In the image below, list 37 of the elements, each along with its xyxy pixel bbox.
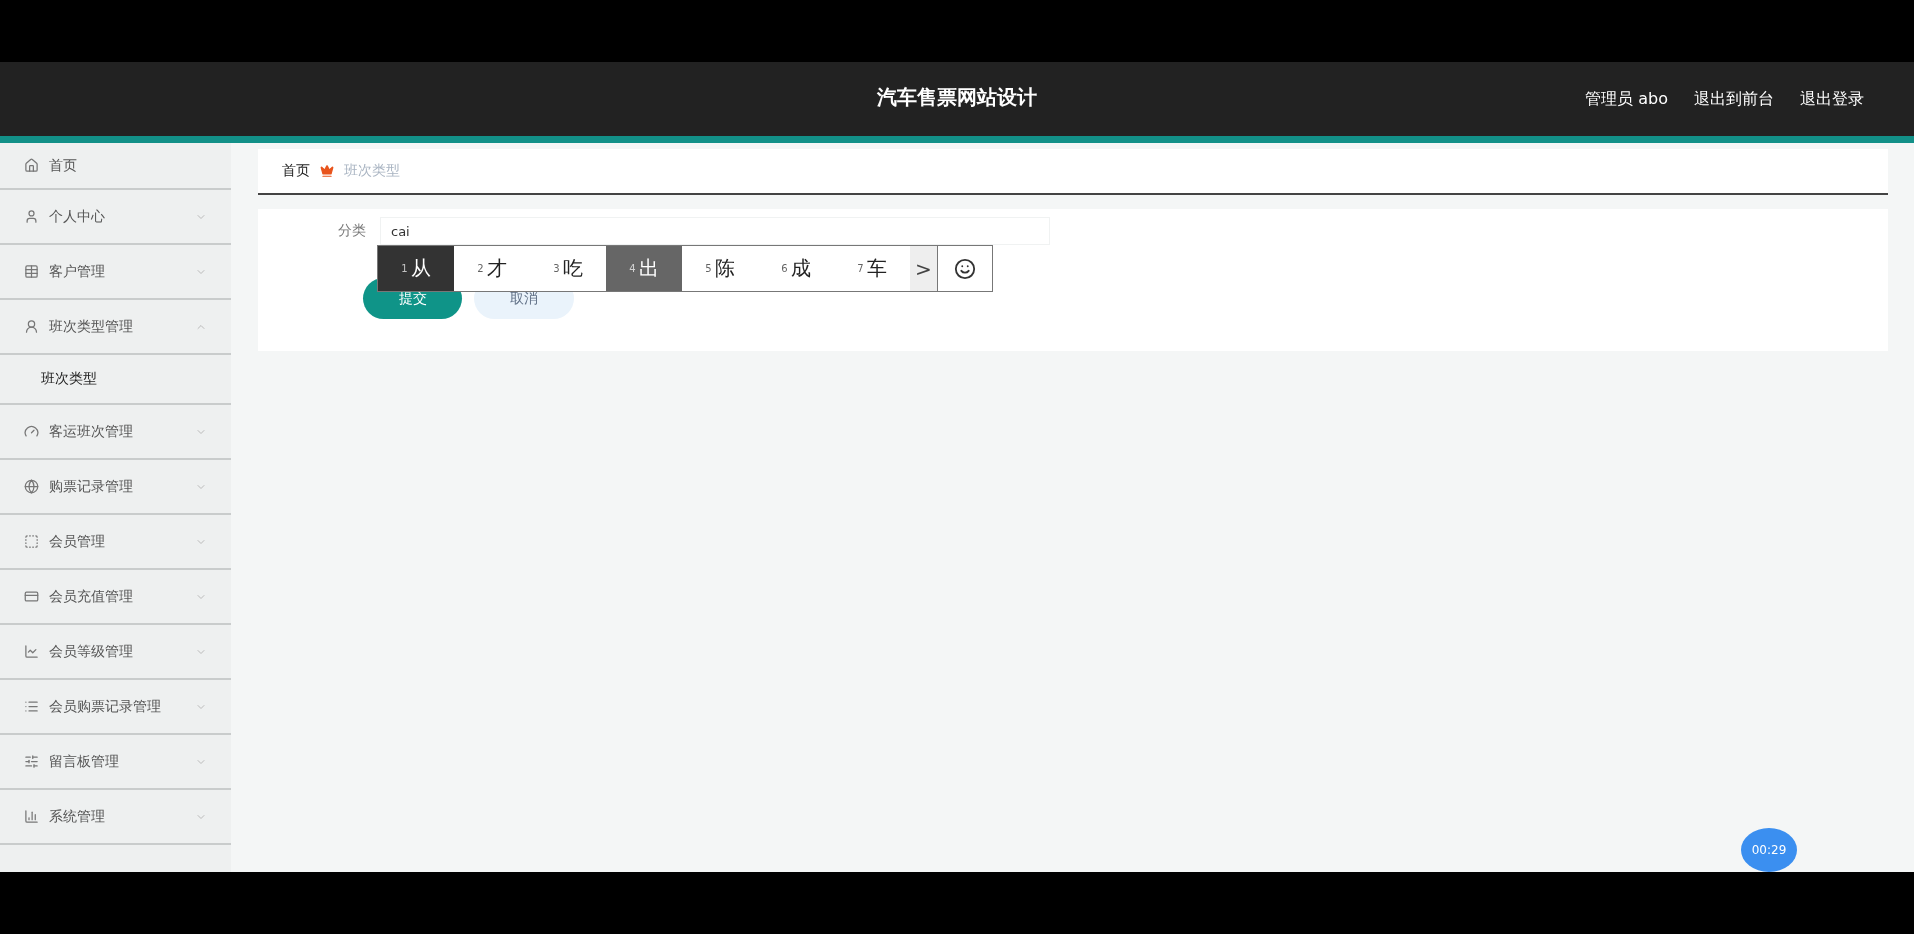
sidebar-item[interactable]: 系统管理	[0, 790, 231, 845]
sidebar-item[interactable]: 班次类型管理	[0, 300, 231, 355]
sidebar-item[interactable]: 客户管理	[0, 245, 231, 300]
breadcrumb-item[interactable]: 首页	[282, 162, 310, 180]
menu-icon	[24, 589, 39, 604]
breadcrumb-item: 班次类型	[344, 162, 400, 180]
sidebar-item[interactable]: 留言板管理	[0, 735, 231, 790]
header-link[interactable]: 退出登录	[1800, 88, 1864, 110]
site-title: 汽车售票网站设计	[877, 84, 1037, 111]
crown-icon	[320, 164, 334, 178]
menu-icon	[24, 534, 39, 549]
sidebar-item[interactable]: 首页	[0, 143, 231, 190]
menu-icon	[24, 699, 39, 714]
next-page-button[interactable]: >	[910, 246, 938, 291]
sidebar-item[interactable]: 客运班次管理	[0, 405, 231, 460]
sidebar-item[interactable]: 购票记录管理	[0, 460, 231, 515]
menu-icon	[24, 264, 39, 279]
menu-icon	[24, 209, 39, 224]
field-label: 分类	[337, 222, 366, 240]
menu-icon	[24, 479, 39, 494]
user-label: 管理员 abo	[1585, 88, 1668, 110]
header-link[interactable]: 退出到前台	[1694, 88, 1774, 110]
submenu-item[interactable]: 班次类型	[0, 355, 231, 405]
timer-bubble: 00:29	[1741, 828, 1797, 872]
emoji-icon[interactable]	[954, 257, 976, 280]
menu-icon	[24, 319, 39, 334]
menu-icon	[24, 158, 39, 173]
input-field[interactable]: cai	[380, 217, 1050, 245]
menu-icon	[24, 644, 39, 659]
menu-icon	[24, 424, 39, 439]
sidebar-item[interactable]: 会员等级管理	[0, 625, 231, 680]
sidebar-item[interactable]: 会员购票记录管理	[0, 680, 231, 735]
sidebar-item[interactable]: 会员充值管理	[0, 570, 231, 625]
sidebar-item[interactable]: 会员管理	[0, 515, 231, 570]
menu-icon	[24, 754, 39, 769]
sidebar-item[interactable]: 个人中心	[0, 190, 231, 245]
menu-icon	[24, 809, 39, 824]
